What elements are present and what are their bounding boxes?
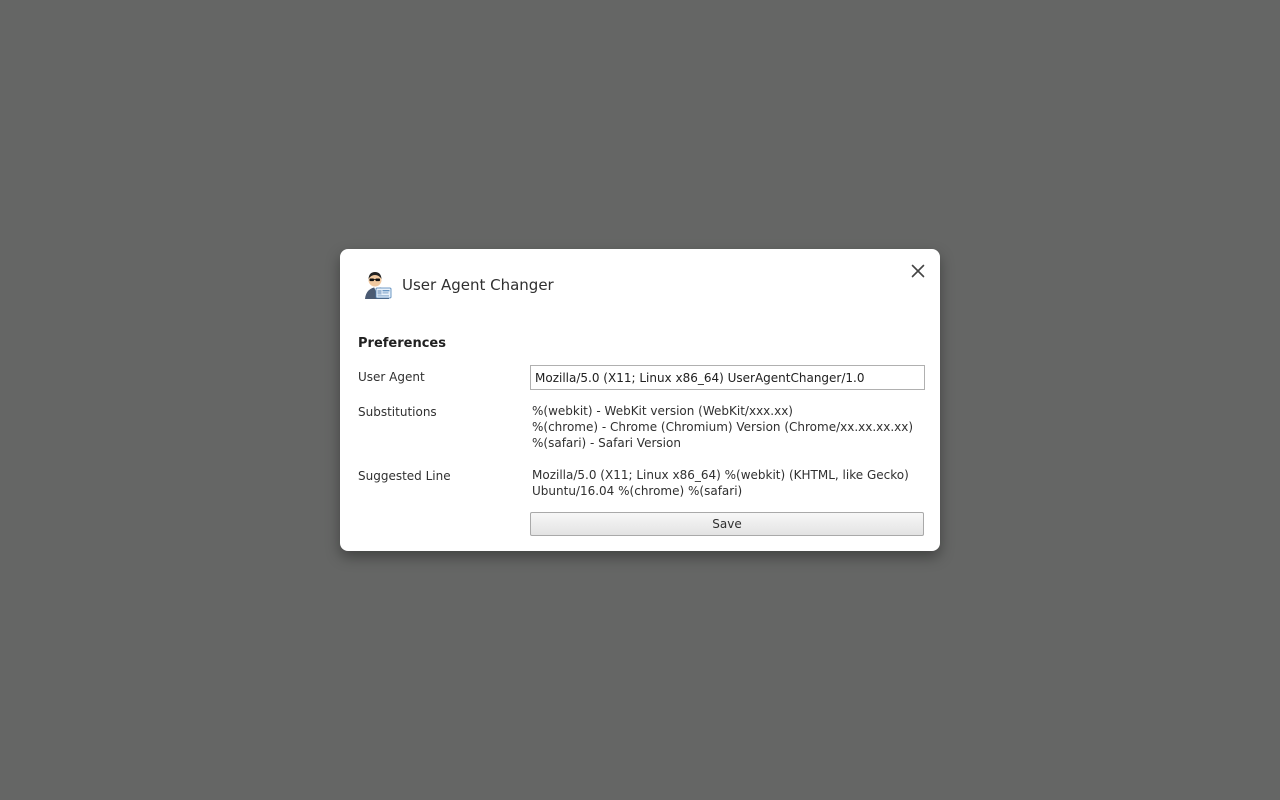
close-button[interactable] — [910, 263, 926, 279]
user-agent-input[interactable] — [530, 365, 925, 390]
substitution-line: %(safari) - Safari Version — [532, 436, 681, 450]
suggested-line-part: Mozilla/5.0 (X11; Linux x86_64) %(webkit… — [532, 468, 909, 482]
substitution-line: %(webkit) - WebKit version (WebKit/xxx.x… — [532, 404, 793, 418]
suggested-line-text: Mozilla/5.0 (X11; Linux x86_64) %(webkit… — [532, 467, 909, 499]
substitution-line: %(chrome) - Chrome (Chromium) Version (C… — [532, 420, 914, 434]
close-icon — [911, 264, 925, 278]
dialog-title: User Agent Changer — [402, 276, 554, 294]
save-button[interactable]: Save — [530, 512, 924, 536]
substitutions-list: %(webkit) - WebKit version (WebKit/xxx.x… — [532, 403, 913, 451]
user-agent-label: User Agent — [358, 370, 425, 384]
preferences-dialog: User Agent Changer Preferences User Agen… — [340, 249, 940, 551]
preferences-heading: Preferences — [358, 336, 446, 351]
suggested-line-label: Suggested Line — [358, 469, 451, 483]
substitutions-label: Substitutions — [358, 405, 437, 419]
suggested-line-part: Ubuntu/16.04 %(chrome) %(safari) — [532, 484, 743, 498]
agent-avatar-icon — [361, 268, 393, 300]
